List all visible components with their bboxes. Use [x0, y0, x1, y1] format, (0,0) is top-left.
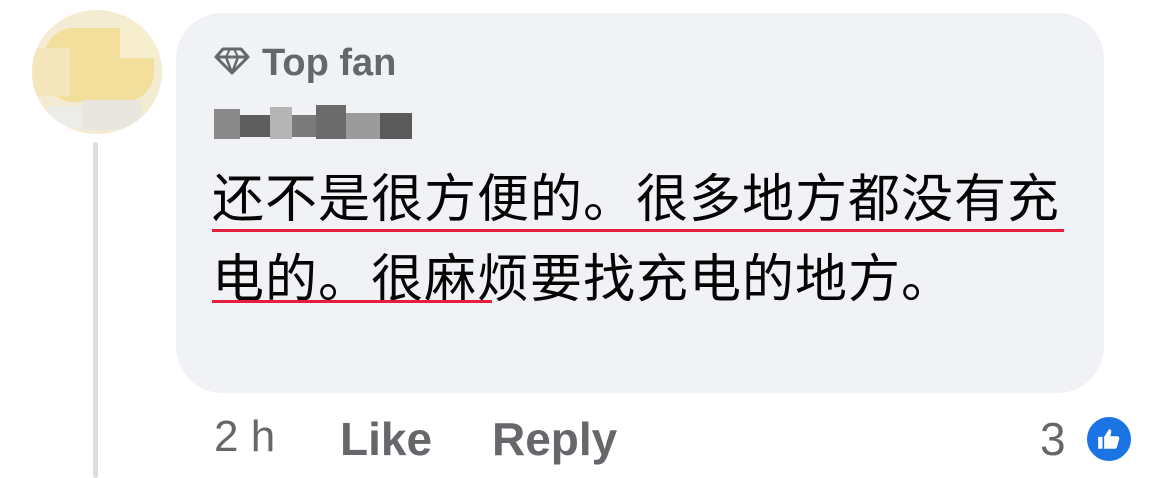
spellcheck-underline	[212, 300, 492, 303]
spellcheck-underline	[212, 229, 1064, 232]
comment-text: 还不是很方便的。很多地方都没有充电的。很麻烦要找充电的地方。	[212, 170, 1061, 310]
commenter-name[interactable]	[214, 103, 414, 143]
reply-button[interactable]: Reply	[492, 412, 617, 466]
top-fan-badge: Top fan	[214, 40, 396, 86]
comment-timestamp[interactable]: 2 h	[214, 412, 275, 462]
reaction-count[interactable]: 3	[1040, 412, 1066, 466]
comment-actions: 2 h Like Reply 3	[214, 412, 1134, 470]
commenter-avatar[interactable]	[32, 10, 162, 134]
thumbs-up-icon[interactable]	[1084, 414, 1134, 464]
reply-thread-line	[93, 142, 98, 478]
diamond-icon	[214, 46, 250, 81]
badge-label: Top fan	[262, 41, 397, 84]
like-button[interactable]: Like	[340, 412, 432, 466]
